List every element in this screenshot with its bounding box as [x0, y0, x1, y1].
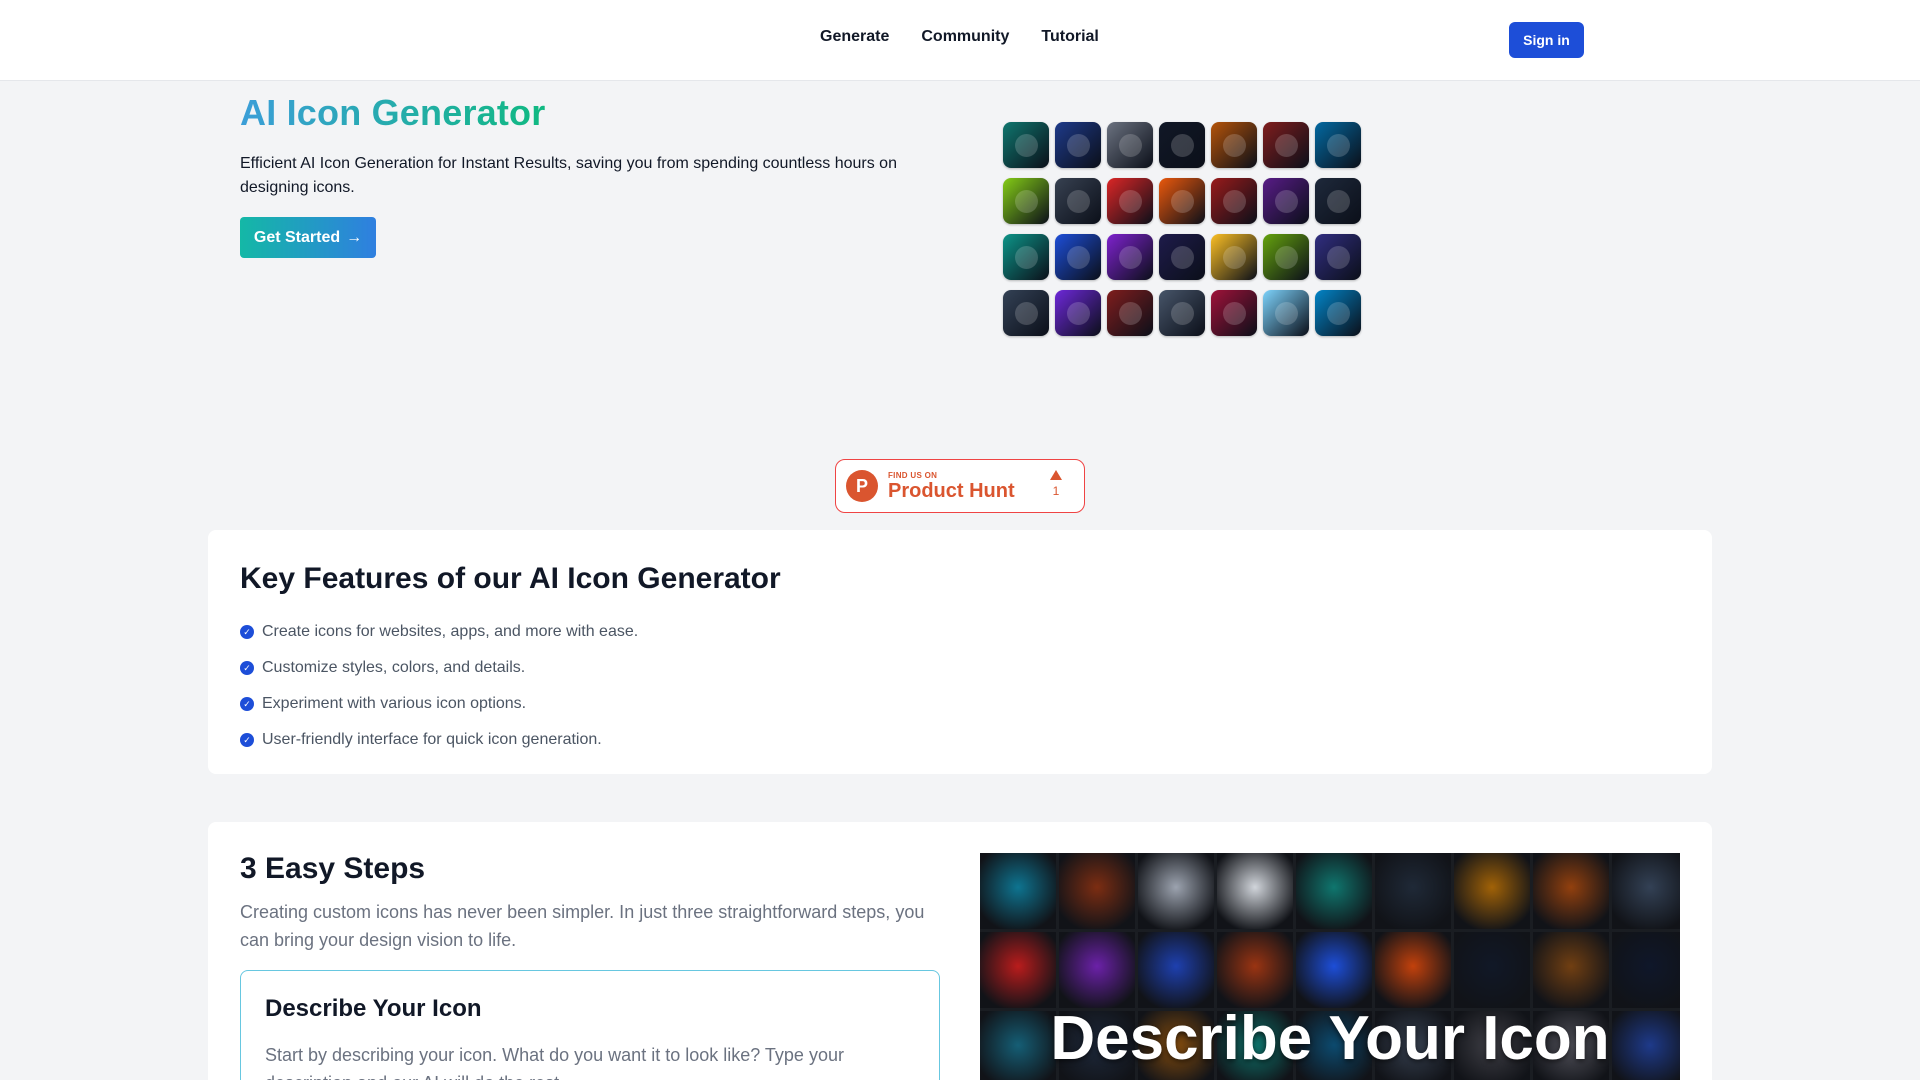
product-hunt-small-text: FIND US ON	[888, 470, 938, 480]
sample-icon-tile	[1211, 178, 1257, 224]
sample-icon-tile	[1315, 234, 1361, 280]
arrow-right-icon: →	[346, 228, 363, 246]
image-caption: Describe Your Icon	[1050, 1004, 1610, 1073]
sample-icon-tile	[1211, 234, 1257, 280]
check-circle-icon: ✓	[240, 697, 254, 711]
mosaic-icon-tile	[1138, 853, 1214, 929]
mosaic-icon-tile	[1375, 932, 1451, 1008]
sample-icon-tile	[1055, 122, 1101, 168]
sample-icon-tile	[1003, 122, 1049, 168]
sample-icons-grid	[1003, 122, 1361, 336]
feature-text: Experiment with various icon options.	[262, 695, 527, 712]
sample-icon-tile	[1055, 234, 1101, 280]
mosaic-icon-tile	[1217, 932, 1293, 1008]
step-illustration-image: Describe Your Icon	[980, 853, 1680, 1080]
product-hunt-title: Product Hunt	[888, 479, 1015, 502]
sample-icon-tile	[1263, 234, 1309, 280]
sample-icon-tile	[1159, 122, 1205, 168]
sample-icon-tile	[1159, 234, 1205, 280]
mosaic-icon-tile	[1059, 853, 1135, 929]
mosaic-icon-tile	[1059, 932, 1135, 1008]
upvote-arrow-icon	[1050, 470, 1062, 480]
nav-community[interactable]: Community	[921, 28, 1009, 46]
get-started-button[interactable]: Get Started →	[240, 217, 376, 258]
sample-icon-tile	[1003, 290, 1049, 336]
step-text: Start by describing your icon. What do y…	[265, 1045, 844, 1080]
steps-title: 3 Easy Steps	[240, 852, 426, 885]
mosaic-icon-tile	[1533, 932, 1609, 1008]
mosaic-icon-tile	[980, 853, 1056, 929]
mosaic-icon-tile	[1612, 932, 1680, 1008]
sample-icon-tile	[1315, 178, 1361, 224]
mosaic-icon-tile	[1533, 853, 1609, 929]
top-navbar: Generate Community Tutorial Sign in	[0, 0, 1920, 81]
mosaic-icon-tile	[1454, 853, 1530, 929]
nav-tutorial[interactable]: Tutorial	[1041, 28, 1098, 46]
list-item: ✓ Experiment with various icon options.	[240, 686, 638, 722]
features-list: ✓ Create icons for websites, apps, and mo…	[240, 614, 638, 758]
feature-text: Create icons for websites, apps, and mor…	[262, 623, 639, 640]
sample-icon-tile	[1107, 122, 1153, 168]
check-circle-icon: ✓	[240, 661, 254, 675]
sample-icon-tile	[1315, 290, 1361, 336]
sample-icon-tile	[1159, 290, 1205, 336]
hero-title: AI Icon Generator	[240, 92, 546, 133]
step-describe-card[interactable]: Describe Your Icon Start by describing y…	[240, 970, 940, 1080]
check-circle-icon: ✓	[240, 733, 254, 747]
steps-description: Creating custom icons has never been sim…	[240, 902, 925, 950]
mosaic-icon-tile	[1217, 853, 1293, 929]
sample-icon-tile	[1055, 178, 1101, 224]
sign-in-button[interactable]: Sign in	[1509, 22, 1584, 58]
steps-card: 3 Easy Steps Creating custom icons has n…	[208, 822, 1712, 1080]
sample-icon-tile	[1211, 290, 1257, 336]
mosaic-icon-tile	[980, 932, 1056, 1008]
main-nav: Generate Community Tutorial	[820, 28, 1099, 46]
mosaic-icon-tile	[1454, 932, 1530, 1008]
upvote-count: 1	[1052, 484, 1060, 498]
sample-icon-tile	[1315, 122, 1361, 168]
mosaic-icon-tile	[1296, 932, 1372, 1008]
mosaic-icon-tile	[1138, 932, 1214, 1008]
sample-icon-tile	[1211, 122, 1257, 168]
feature-text: Customize styles, colors, and details.	[262, 659, 526, 676]
sample-icon-tile	[1003, 234, 1049, 280]
sample-icon-tile	[1107, 234, 1153, 280]
hero-description: Efficient AI Icon Generation for Instant…	[240, 155, 897, 196]
features-title: Key Features of our AI Icon Generator	[240, 562, 781, 595]
mosaic-icon-tile	[1296, 853, 1372, 929]
sample-icon-tile	[1107, 178, 1153, 224]
mosaic-icon-tile	[1612, 853, 1680, 929]
check-circle-icon: ✓	[240, 625, 254, 639]
product-hunt-logo-icon: P	[846, 470, 878, 502]
sample-icon-tile	[1003, 178, 1049, 224]
product-hunt-badge[interactable]: P FIND US ON Product Hunt 1	[835, 459, 1085, 513]
list-item: ✓ Customize styles, colors, and details.	[240, 650, 638, 686]
mosaic-icon-tile	[1375, 853, 1451, 929]
nav-generate[interactable]: Generate	[820, 28, 889, 46]
feature-text: User-friendly interface for quick icon g…	[262, 731, 602, 748]
get-started-label: Get Started	[253, 228, 341, 246]
sample-icon-tile	[1055, 290, 1101, 336]
sample-icon-tile	[1263, 178, 1309, 224]
upvote-counter: 1	[1050, 470, 1062, 498]
step-title: Describe Your Icon	[265, 995, 482, 1022]
list-item: ✓ User-friendly interface for quick icon …	[240, 722, 638, 758]
sample-icon-tile	[1107, 290, 1153, 336]
sample-icon-tile	[1263, 290, 1309, 336]
features-card: Key Features of our AI Icon Generator ✓ C…	[208, 530, 1712, 774]
sample-icon-tile	[1159, 178, 1205, 224]
sample-icon-tile	[1263, 122, 1309, 168]
list-item: ✓ Create icons for websites, apps, and mo…	[240, 614, 638, 650]
